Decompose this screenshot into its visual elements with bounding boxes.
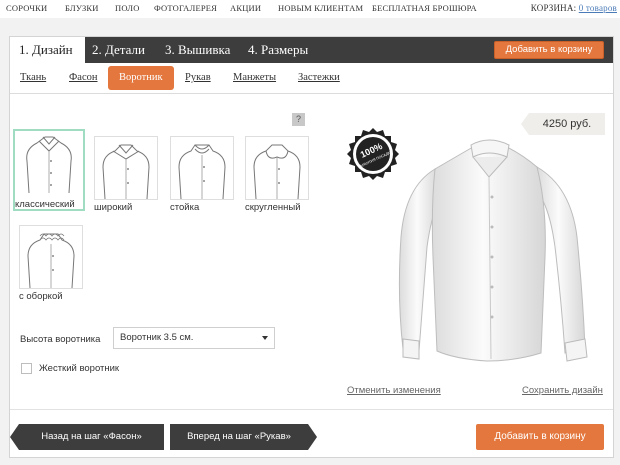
forward-step-button[interactable]: Вперед на шаг «Рукав» <box>170 424 317 450</box>
collar-stand-icon <box>178 144 226 200</box>
step-bar: 1. Дизайн 2. Детали 3. Вышивка 4. Размер… <box>10 37 613 63</box>
top-navigation: СОРОЧКИ БЛУЗКИ ПОЛО ФОТОГАЛЕРЕЯ АКЦИИ НО… <box>0 0 620 18</box>
rigid-collar-checkbox[interactable] <box>21 363 32 374</box>
step-design[interactable]: 1. Дизайн <box>10 37 85 63</box>
save-design-link[interactable]: Сохранить дизайн <box>522 385 603 396</box>
nav-blouses[interactable]: БЛУЗКИ <box>65 3 99 13</box>
shirt-preview-image <box>398 139 588 362</box>
tab-collar[interactable]: Воротник <box>108 66 174 90</box>
header-add-to-cart-button[interactable]: Добавить в корзину <box>494 41 604 59</box>
collar-classic-label: классический <box>15 199 75 210</box>
collar-stand-thumbnail <box>170 136 234 200</box>
collar-classic-icon <box>26 136 72 194</box>
tab-fabric[interactable]: Ткань <box>20 72 46 83</box>
sub-tabs: Ткань Фасон Воротник Рукав Манжеты Засте… <box>10 63 613 94</box>
tab-cuffs[interactable]: Манжеты <box>233 72 276 83</box>
step-sizes[interactable]: 4. Размеры <box>248 37 308 63</box>
collar-option-wide[interactable]: широкий <box>94 136 158 213</box>
nav-polo[interactable]: ПОЛО <box>115 3 140 13</box>
collar-height-label: Высота воротника <box>20 334 101 345</box>
rigid-collar-label: Жесткий воротник <box>39 363 120 374</box>
collar-height-value: Воротник 3.5 см. <box>120 332 194 343</box>
collar-option-ruffle[interactable]: с оборкой <box>19 225 83 302</box>
collar-option-classic[interactable]: классический <box>13 129 85 211</box>
collar-ruffle-icon <box>27 233 75 289</box>
collar-option-rounded[interactable]: скругленный <box>245 136 309 213</box>
collar-stand-label: стойка <box>170 202 200 213</box>
collar-wide-icon <box>102 144 150 200</box>
tab-style[interactable]: Фасон <box>69 72 98 83</box>
designer-panel: 1. Дизайн 2. Детали 3. Вышивка 4. Размер… <box>9 36 614 458</box>
collar-rounded-thumbnail <box>245 136 309 200</box>
collar-rounded-icon <box>253 144 301 200</box>
chevron-down-icon <box>262 336 268 340</box>
nav-promotions[interactable]: АКЦИИ <box>230 3 261 13</box>
collar-ruffle-label: с оборкой <box>19 291 63 302</box>
tab-fasteners[interactable]: Застежки <box>298 72 340 83</box>
collar-rounded-label: скругленный <box>245 202 301 213</box>
step-details[interactable]: 2. Детали <box>92 37 145 63</box>
nav-gallery[interactable]: ФОТОГАЛЕРЕЯ <box>154 3 217 13</box>
tab-sleeve[interactable]: Рукав <box>185 72 211 83</box>
footer-bar: Назад на шаг «Фасон» Вперед на шаг «Рука… <box>10 409 613 457</box>
step-embroidery[interactable]: 3. Вышивка <box>165 37 230 63</box>
back-step-button[interactable]: Назад на шаг «Фасон» <box>10 424 164 450</box>
collar-ruffle-thumbnail <box>19 225 83 289</box>
help-icon[interactable]: ? <box>292 113 305 126</box>
cart-summary: КОРЗИНА: 0 товаров <box>531 3 617 13</box>
cancel-changes-link[interactable]: Отменить изменения <box>347 385 441 396</box>
nav-shirts[interactable]: СОРОЧКИ <box>6 3 47 13</box>
collar-height-select[interactable]: Воротник 3.5 см. <box>113 327 275 349</box>
cart-link[interactable]: 0 товаров <box>579 3 617 13</box>
add-to-cart-button[interactable]: Добавить в корзину <box>476 424 604 450</box>
collar-option-stand[interactable]: стойка <box>170 136 234 213</box>
collar-wide-thumbnail <box>94 136 158 200</box>
nav-free-brochure[interactable]: БЕСПЛАТНАЯ БРОШЮРА <box>372 3 477 13</box>
collar-wide-label: широкий <box>94 202 133 213</box>
collar-classic-thumbnail <box>15 131 79 195</box>
nav-new-clients[interactable]: НОВЫМ КЛИЕНТАМ <box>278 3 363 13</box>
cart-label: КОРЗИНА: <box>530 3 577 13</box>
